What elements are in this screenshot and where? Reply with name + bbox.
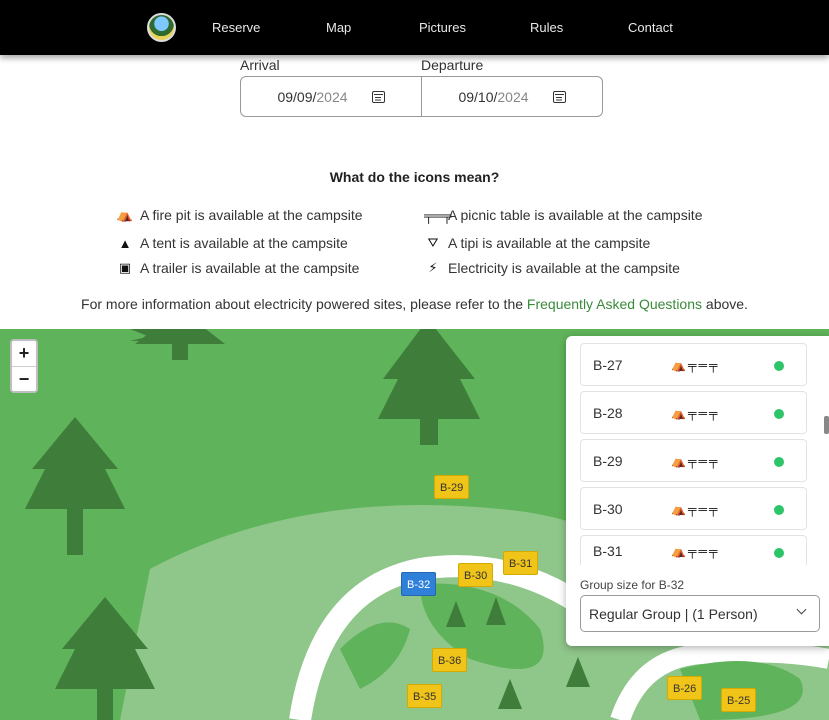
nav-contact[interactable]: Contact [628,20,673,35]
calendar-icon[interactable] [371,90,385,103]
site-list-item[interactable]: B-27 ⛺╤═╤ [580,343,807,386]
fire-pit-icon: ⛺╤═╤ [671,357,720,372]
site-list-item[interactable]: B-31 ⛺╤═╤ [580,535,807,565]
legend-item: ▣ A trailer is available at the campsite [116,260,360,276]
site-list-item[interactable]: B-28 ⛺╤═╤ [580,391,807,434]
trailer-icon: ▣ [118,260,132,275]
arrival-date-value: 09/09/ [277,88,317,105]
legend-item: ⛺ A fire pit is available at the campsit… [116,207,363,223]
fire-pit-icon: ⛺╤═╤ [671,543,720,558]
zoom-control: + − [10,339,38,393]
site-name: B-31 [593,542,623,559]
legend-item: ⛛ A tipi is available at the campsite [424,235,651,251]
site-list-panel: B-27 ⛺╤═╤ B-28 ⛺╤═╤ B-29 ⛺╤═╤ B-30 ⛺╤═╤ … [566,336,829,646]
picnic-table-icon: ╤═╤ [424,207,452,223]
arrival-date-input[interactable]: 09/09/2024 [241,77,421,116]
legend-text: A trailer is available at the campsite [140,260,360,276]
departure-date-year: 2024 [497,88,529,105]
legend-text: A picnic table is available at the camps… [448,207,703,223]
map-site-marker[interactable]: B-29 [434,475,470,499]
departure-date-input[interactable]: 09/10/2024 [421,77,602,116]
site-name: B-28 [593,404,623,421]
map-site-marker[interactable]: B-36 [432,648,468,672]
site-logo[interactable] [147,13,176,42]
availability-dot [774,457,784,467]
arrival-date-year: 2024 [316,88,348,105]
list-scrollbar[interactable] [824,416,829,434]
map-site-marker-selected[interactable]: B-32 [401,572,437,596]
top-navigation: Reserve Map Pictures Rules Contact [0,0,829,55]
legend-heading: What do the icons mean? [329,169,500,185]
departure-label: Departure [421,57,484,73]
tipi-icon: ⛛ [427,235,439,250]
arrival-label: Arrival [240,57,280,73]
nav-rules[interactable]: Rules [530,20,563,35]
nav-map[interactable]: Map [326,20,351,35]
chevron-down-icon [796,604,807,615]
site-name: B-29 [593,452,623,469]
site-name: B-30 [593,500,623,517]
fire-pit-icon: ⛺╤═╤ [671,453,720,468]
fire-pit-icon: ⛺╤═╤ [671,405,720,420]
availability-dot [774,505,784,515]
map-site-marker[interactable]: B-30 [458,563,494,587]
site-list-item[interactable]: B-30 ⛺╤═╤ [580,487,807,530]
legend-text: A fire pit is available at the campsite [140,207,363,223]
site-name: B-27 [593,356,623,373]
date-range-picker: 09/09/2024 09/10/2024 [240,76,603,117]
fire-pit-icon: ⛺╤═╤ [671,501,720,516]
info-text-end: above. [702,296,748,312]
availability-dot [774,409,784,419]
legend-item: ▲ A tent is available at the campsite [116,235,348,251]
map-site-marker[interactable]: B-31 [503,551,539,575]
availability-dot [774,361,784,371]
electricity-icon: ⚡ [428,260,438,275]
nav-reserve[interactable]: Reserve [212,20,260,35]
site-list-item[interactable]: B-29 ⛺╤═╤ [580,439,807,482]
map-site-marker[interactable]: B-25 [721,688,757,712]
map-site-marker[interactable]: B-26 [667,676,703,700]
calendar-icon[interactable] [552,90,566,103]
map-site-marker[interactable]: B-35 [407,684,443,708]
legend-item: ╤═╤ A picnic table is available at the c… [424,207,702,223]
legend-item: ⚡ Electricity is available at the campsi… [424,260,680,276]
zoom-in-button[interactable]: + [12,341,36,366]
group-size-label: Group size for B-32 [580,578,685,592]
fire-pit-icon: ⛺ [116,207,134,222]
info-text: For more information about electricity p… [81,296,527,312]
nav-pictures[interactable]: Pictures [419,20,466,35]
availability-dot [774,548,784,558]
electricity-info: For more information about electricity p… [0,296,829,312]
group-size-select[interactable]: Regular Group | (1 Person) [580,595,820,632]
group-size-value: Regular Group | (1 Person) [589,606,758,622]
tent-icon: ▲ [118,235,132,251]
legend-text: Electricity is available at the campsite [448,260,680,276]
departure-date-value: 09/10/ [458,88,498,105]
legend-text: A tent is available at the campsite [140,235,348,251]
zoom-out-button[interactable]: − [12,366,36,391]
faq-link[interactable]: Frequently Asked Questions [527,296,702,312]
legend-text: A tipi is available at the campsite [448,235,651,251]
